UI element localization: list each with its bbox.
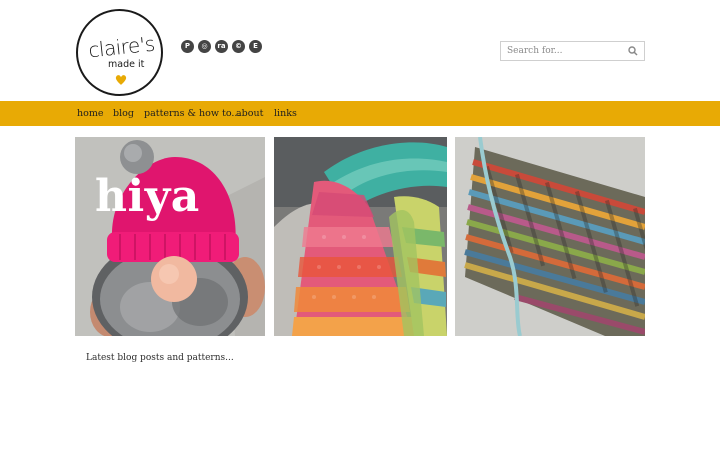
search-input[interactable] <box>501 42 625 60</box>
heart-icon <box>115 75 127 85</box>
search-icon[interactable] <box>628 46 638 56</box>
etsy-icon[interactable]: E <box>249 40 262 53</box>
instagram-icon[interactable]: ◎ <box>198 40 211 53</box>
pinterest-icon[interactable]: P <box>181 40 194 53</box>
main-nav: home blog patterns & how to... about lin… <box>0 101 720 126</box>
latest-posts-heading: Latest blog posts and patterns... <box>86 353 234 363</box>
site-header: claire's made it P ◎ ra © E <box>0 0 720 101</box>
nav-blog[interactable]: blog <box>113 101 134 126</box>
copyright-icon[interactable]: © <box>232 40 245 53</box>
featured-image-scarf[interactable] <box>274 137 447 336</box>
featured-overlay-text: hiya <box>95 171 200 222</box>
featured-image-tweed[interactable] <box>455 137 645 336</box>
nav-home[interactable]: home <box>77 101 103 126</box>
featured-image-hat[interactable]: hiya <box>75 137 265 336</box>
logo-sub-text: made it <box>108 59 145 70</box>
social-links: P ◎ ra © E <box>181 40 262 53</box>
ravelry-icon[interactable]: ra <box>215 40 228 53</box>
search-box <box>500 41 645 61</box>
nav-about[interactable]: about <box>236 101 263 126</box>
site-logo[interactable]: claire's made it <box>76 9 163 96</box>
nav-links[interactable]: links <box>274 101 297 126</box>
nav-patterns[interactable]: patterns & how to... <box>144 101 240 126</box>
